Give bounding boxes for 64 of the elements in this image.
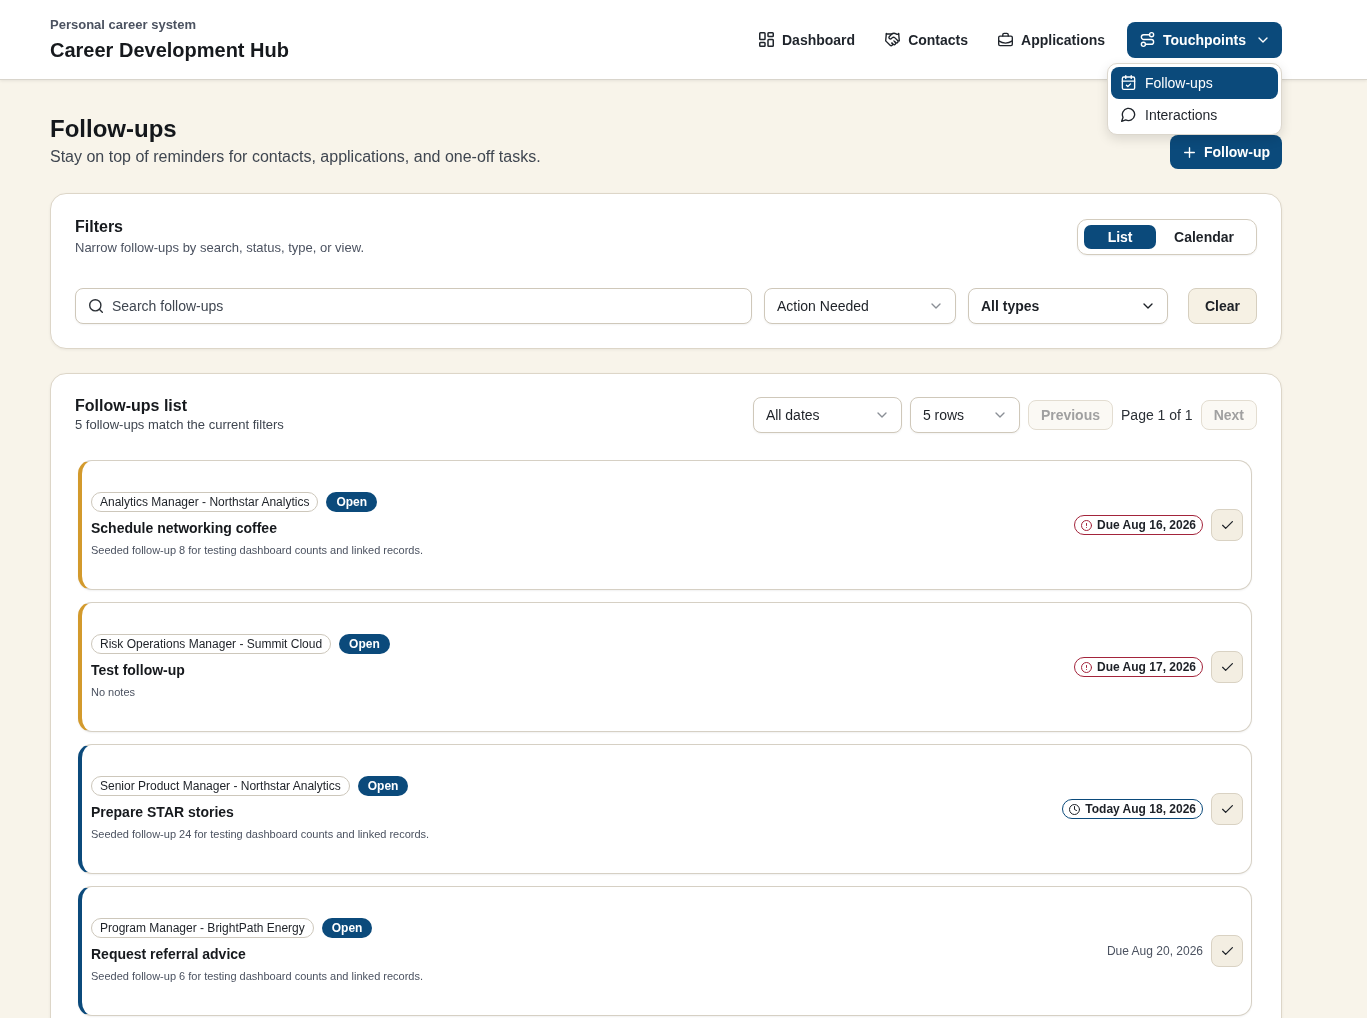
search-icon [89, 299, 103, 313]
nav-menu-button[interactable]: Touchpoints [1127, 21, 1282, 58]
chevron-down-icon [994, 412, 1005, 418]
result-summary: 5 follow-ups match the current filters [75, 416, 284, 434]
chevron-down-icon [876, 412, 887, 418]
page-indicator: Page 1 of 1 [1121, 407, 1193, 423]
date-select[interactable]: All dates [752, 397, 902, 433]
follow-up-notes: Seeded follow-up 8 for testing dashboard counts and linked records. [91, 543, 424, 558]
nav-link[interactable]: Applications [984, 21, 1120, 58]
follow-up-title: Request referral advice [91, 945, 247, 964]
status-badge: Open [357, 776, 409, 796]
menu-item[interactable]: Interactions [1111, 98, 1278, 131]
follow-up-notes: Seeded follow-up 6 for testing dashboard counts and linked records. [91, 969, 424, 984]
complete-button[interactable] [1211, 935, 1243, 967]
type-select[interactable]: All types [967, 288, 1168, 324]
search-field[interactable]: Search follow-ups [75, 288, 752, 324]
status-badge: Open [339, 634, 390, 654]
status-badge: Open [321, 918, 373, 938]
section-title: Filters [75, 217, 124, 237]
clock-icon [1069, 803, 1081, 815]
view-tab[interactable]: List [1084, 225, 1157, 249]
follow-up-title: Schedule networking coffee [91, 519, 278, 538]
status-select[interactable]: Action Needed [763, 288, 956, 324]
complete-button[interactable] [1211, 509, 1243, 541]
route-icon [1140, 32, 1156, 47]
check-icon [1221, 947, 1233, 955]
page-title: Follow-ups [50, 114, 178, 144]
due-date-text: Due Aug 20, 2026 [1106, 944, 1203, 958]
follow-up-title: Prepare STAR stories [91, 803, 235, 822]
follow-up-notes: Seeded follow-up 24 for testing dashboard counts and linked records. [91, 827, 430, 842]
section-description: Narrow follow-ups by search, status, type, or view. [75, 239, 364, 257]
due-date-text: Due Aug 16, 2026 [1097, 518, 1196, 532]
nav-link[interactable]: Dashboard [745, 21, 870, 58]
page-subtitle: Stay on top of reminders for contacts, applications, and one-off tasks. [50, 147, 541, 167]
app-tagline: Personal career system [50, 17, 197, 33]
nav-link[interactable]: Contacts [871, 21, 983, 58]
complete-button[interactable] [1211, 793, 1243, 825]
add-follow-up-button[interactable]: Follow-up [1169, 135, 1282, 169]
chevron-down-icon [1142, 303, 1153, 309]
clear-button[interactable]: Clear [1187, 288, 1257, 324]
due-date-text: Due Aug 17, 2026 [1097, 660, 1196, 674]
check-icon [1221, 521, 1233, 529]
speech-bubble-icon [1121, 107, 1136, 122]
view-tab[interactable]: Calendar [1158, 225, 1250, 249]
app-title: Career Development Hub [50, 38, 289, 62]
due-date-text: Today Aug 18, 2026 [1085, 802, 1196, 816]
complete-button[interactable] [1211, 651, 1243, 683]
rows-select[interactable]: 5 rows [909, 397, 1020, 433]
chevron-down-icon [930, 303, 941, 309]
alert-icon [1081, 519, 1093, 531]
calendar-check-icon [1121, 75, 1136, 90]
chevron-down-icon [1258, 36, 1268, 43]
follow-up-notes: No notes [91, 685, 137, 700]
grid-icon [759, 32, 774, 47]
check-icon [1221, 663, 1233, 671]
handshake-icon [885, 32, 901, 47]
menu-item[interactable]: Follow-ups [1111, 66, 1278, 99]
section-title: Follow-ups list [75, 396, 188, 416]
alert-icon [1081, 661, 1093, 673]
status-badge: Open [326, 492, 378, 512]
check-icon [1221, 805, 1233, 813]
follow-up-title: Test follow-up [91, 661, 186, 680]
briefcase-icon [998, 32, 1014, 47]
plus-icon [1183, 146, 1195, 158]
